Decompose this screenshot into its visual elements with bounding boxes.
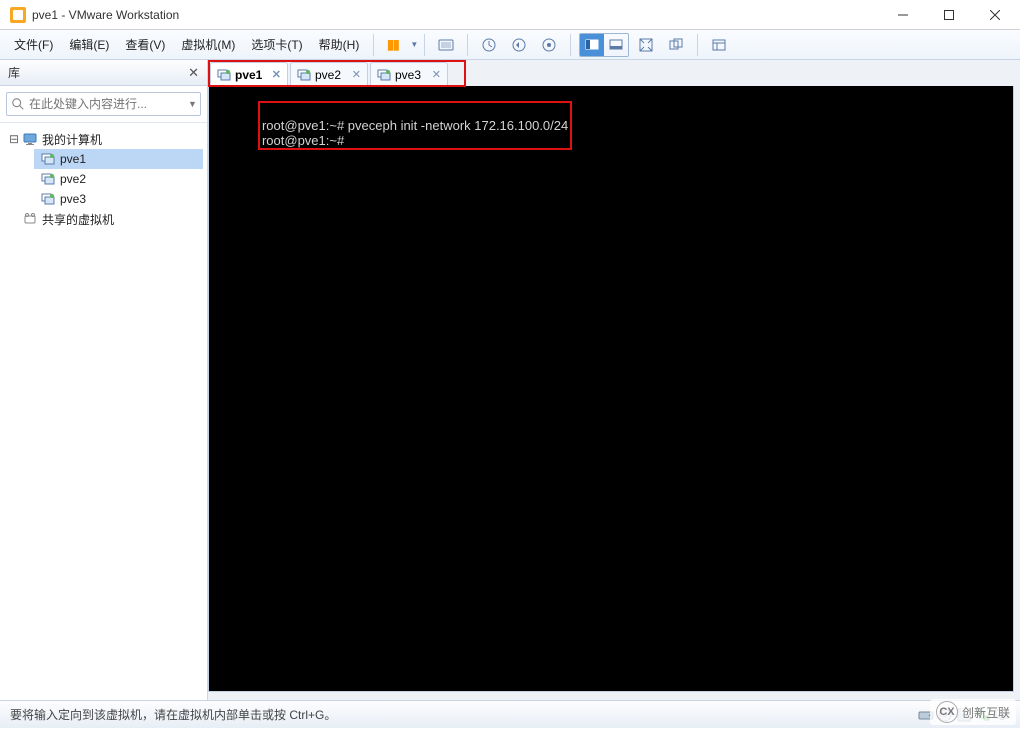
tab-label: pve2 bbox=[315, 68, 341, 82]
menu-tabs[interactable]: 选项卡(T) bbox=[243, 32, 310, 57]
fullscreen-button[interactable] bbox=[633, 32, 659, 58]
unity-button[interactable] bbox=[663, 32, 689, 58]
tree-root-label: 我的计算机 bbox=[42, 131, 102, 148]
tree-item-label: pve1 bbox=[60, 152, 86, 166]
search-input[interactable] bbox=[29, 97, 184, 111]
watermark-icon: CX bbox=[936, 701, 958, 723]
tree-shared-label: 共享的虚拟机 bbox=[42, 211, 114, 228]
tree-shared-vms[interactable]: 共享的虚拟机 bbox=[4, 209, 203, 229]
tree-item-label: pve2 bbox=[60, 172, 86, 186]
view-appliance-button[interactable] bbox=[604, 34, 628, 56]
separator bbox=[373, 34, 374, 56]
tab-pve2[interactable]: pve2 ✕ bbox=[290, 62, 368, 86]
tab-close-icon[interactable]: ✕ bbox=[346, 68, 361, 81]
tree-item-pve3[interactable]: pve3 bbox=[34, 189, 203, 209]
main-area: 库 ✕ ▼ ⊟ 我的计算机 pve1 pve2 bbox=[0, 60, 1020, 700]
menu-view[interactable]: 查看(V) bbox=[117, 32, 173, 57]
separator bbox=[424, 34, 425, 56]
snapshot-button[interactable] bbox=[476, 32, 502, 58]
search-box[interactable]: ▼ bbox=[6, 92, 201, 116]
pause-button[interactable]: ▮▮ bbox=[382, 32, 408, 58]
menu-file[interactable]: 文件(F) bbox=[6, 32, 61, 57]
terminal-line: root@pve1:~# bbox=[262, 133, 348, 148]
app-icon bbox=[10, 7, 26, 23]
sidebar: 库 ✕ ▼ ⊟ 我的计算机 pve1 pve2 bbox=[0, 60, 208, 700]
menubar: 文件(F) 编辑(E) 查看(V) 虚拟机(M) 选项卡(T) 帮助(H) ▮▮… bbox=[0, 30, 1020, 60]
sidebar-title: 库 bbox=[8, 64, 20, 81]
separator bbox=[697, 34, 698, 56]
watermark: CX 创新互联 bbox=[930, 699, 1016, 725]
pause-dropdown[interactable]: ▼ bbox=[410, 40, 418, 49]
library-button[interactable] bbox=[706, 32, 732, 58]
vm-tabs: pve1 ✕ pve2 ✕ pve3 ✕ bbox=[208, 60, 1014, 86]
revert-snapshot-button[interactable] bbox=[506, 32, 532, 58]
view-console-button[interactable] bbox=[580, 34, 604, 56]
search-row: ▼ bbox=[0, 86, 207, 123]
statusbar: 要将输入定向到该虚拟机，请在虚拟机内部单击或按 Ctrl+G。 bbox=[0, 700, 1020, 728]
snapshot-manager-button[interactable] bbox=[536, 32, 562, 58]
watermark-text: 创新互联 bbox=[962, 704, 1010, 721]
tab-pve1[interactable]: pve1 ✕ bbox=[210, 62, 288, 86]
search-icon bbox=[11, 97, 25, 111]
shared-icon bbox=[22, 211, 38, 227]
minimize-button[interactable] bbox=[880, 0, 926, 30]
tree-item-label: pve3 bbox=[60, 192, 86, 206]
terminal-line: root@pve1:~# pveceph init -network 172.1… bbox=[262, 118, 568, 133]
status-text: 要将输入定向到该虚拟机，请在虚拟机内部单击或按 Ctrl+G。 bbox=[10, 706, 336, 723]
window-controls bbox=[880, 0, 1018, 30]
sidebar-header: 库 ✕ bbox=[0, 60, 207, 86]
library-tree: ⊟ 我的计算机 pve1 pve2 pve3 共享的虚拟机 bbox=[0, 123, 207, 235]
vm-icon bbox=[377, 68, 391, 82]
collapse-icon[interactable]: ⊟ bbox=[8, 132, 20, 146]
vm-console[interactable]: root@pve1:~# pveceph init -network 172.1… bbox=[208, 86, 1014, 692]
vm-icon bbox=[40, 191, 56, 207]
vm-icon bbox=[217, 68, 231, 82]
menu-edit[interactable]: 编辑(E) bbox=[61, 32, 117, 57]
vm-icon bbox=[40, 171, 56, 187]
computer-icon bbox=[22, 131, 38, 147]
tab-label: pve1 bbox=[235, 68, 262, 82]
annotation-box-terminal: root@pve1:~# pveceph init -network 172.1… bbox=[258, 101, 572, 150]
menu-vm[interactable]: 虚拟机(M) bbox=[173, 32, 243, 57]
titlebar: pve1 - VMware Workstation bbox=[0, 0, 1020, 30]
search-dropdown[interactable]: ▼ bbox=[188, 99, 197, 109]
send-ctrl-alt-del-button[interactable] bbox=[433, 32, 459, 58]
menu-help[interactable]: 帮助(H) bbox=[311, 32, 368, 57]
vm-icon bbox=[40, 151, 56, 167]
tab-close-icon[interactable]: ✕ bbox=[426, 68, 441, 81]
maximize-button[interactable] bbox=[926, 0, 972, 30]
sidebar-close-button[interactable]: ✕ bbox=[188, 65, 199, 81]
vm-icon bbox=[297, 68, 311, 82]
tab-close-icon[interactable]: ✕ bbox=[266, 68, 281, 81]
content-area: pve1 ✕ pve2 ✕ pve3 ✕ root@pve1:~# pvecep… bbox=[208, 60, 1020, 700]
tree-item-pve1[interactable]: pve1 bbox=[34, 149, 203, 169]
tree-item-pve2[interactable]: pve2 bbox=[34, 169, 203, 189]
view-mode-group bbox=[579, 33, 629, 57]
tree-root-computer[interactable]: ⊟ 我的计算机 bbox=[4, 129, 203, 149]
separator bbox=[570, 34, 571, 56]
window-title: pve1 - VMware Workstation bbox=[32, 8, 880, 22]
separator bbox=[467, 34, 468, 56]
tab-pve3[interactable]: pve3 ✕ bbox=[370, 62, 448, 86]
tab-label: pve3 bbox=[395, 68, 421, 82]
close-button[interactable] bbox=[972, 0, 1018, 30]
